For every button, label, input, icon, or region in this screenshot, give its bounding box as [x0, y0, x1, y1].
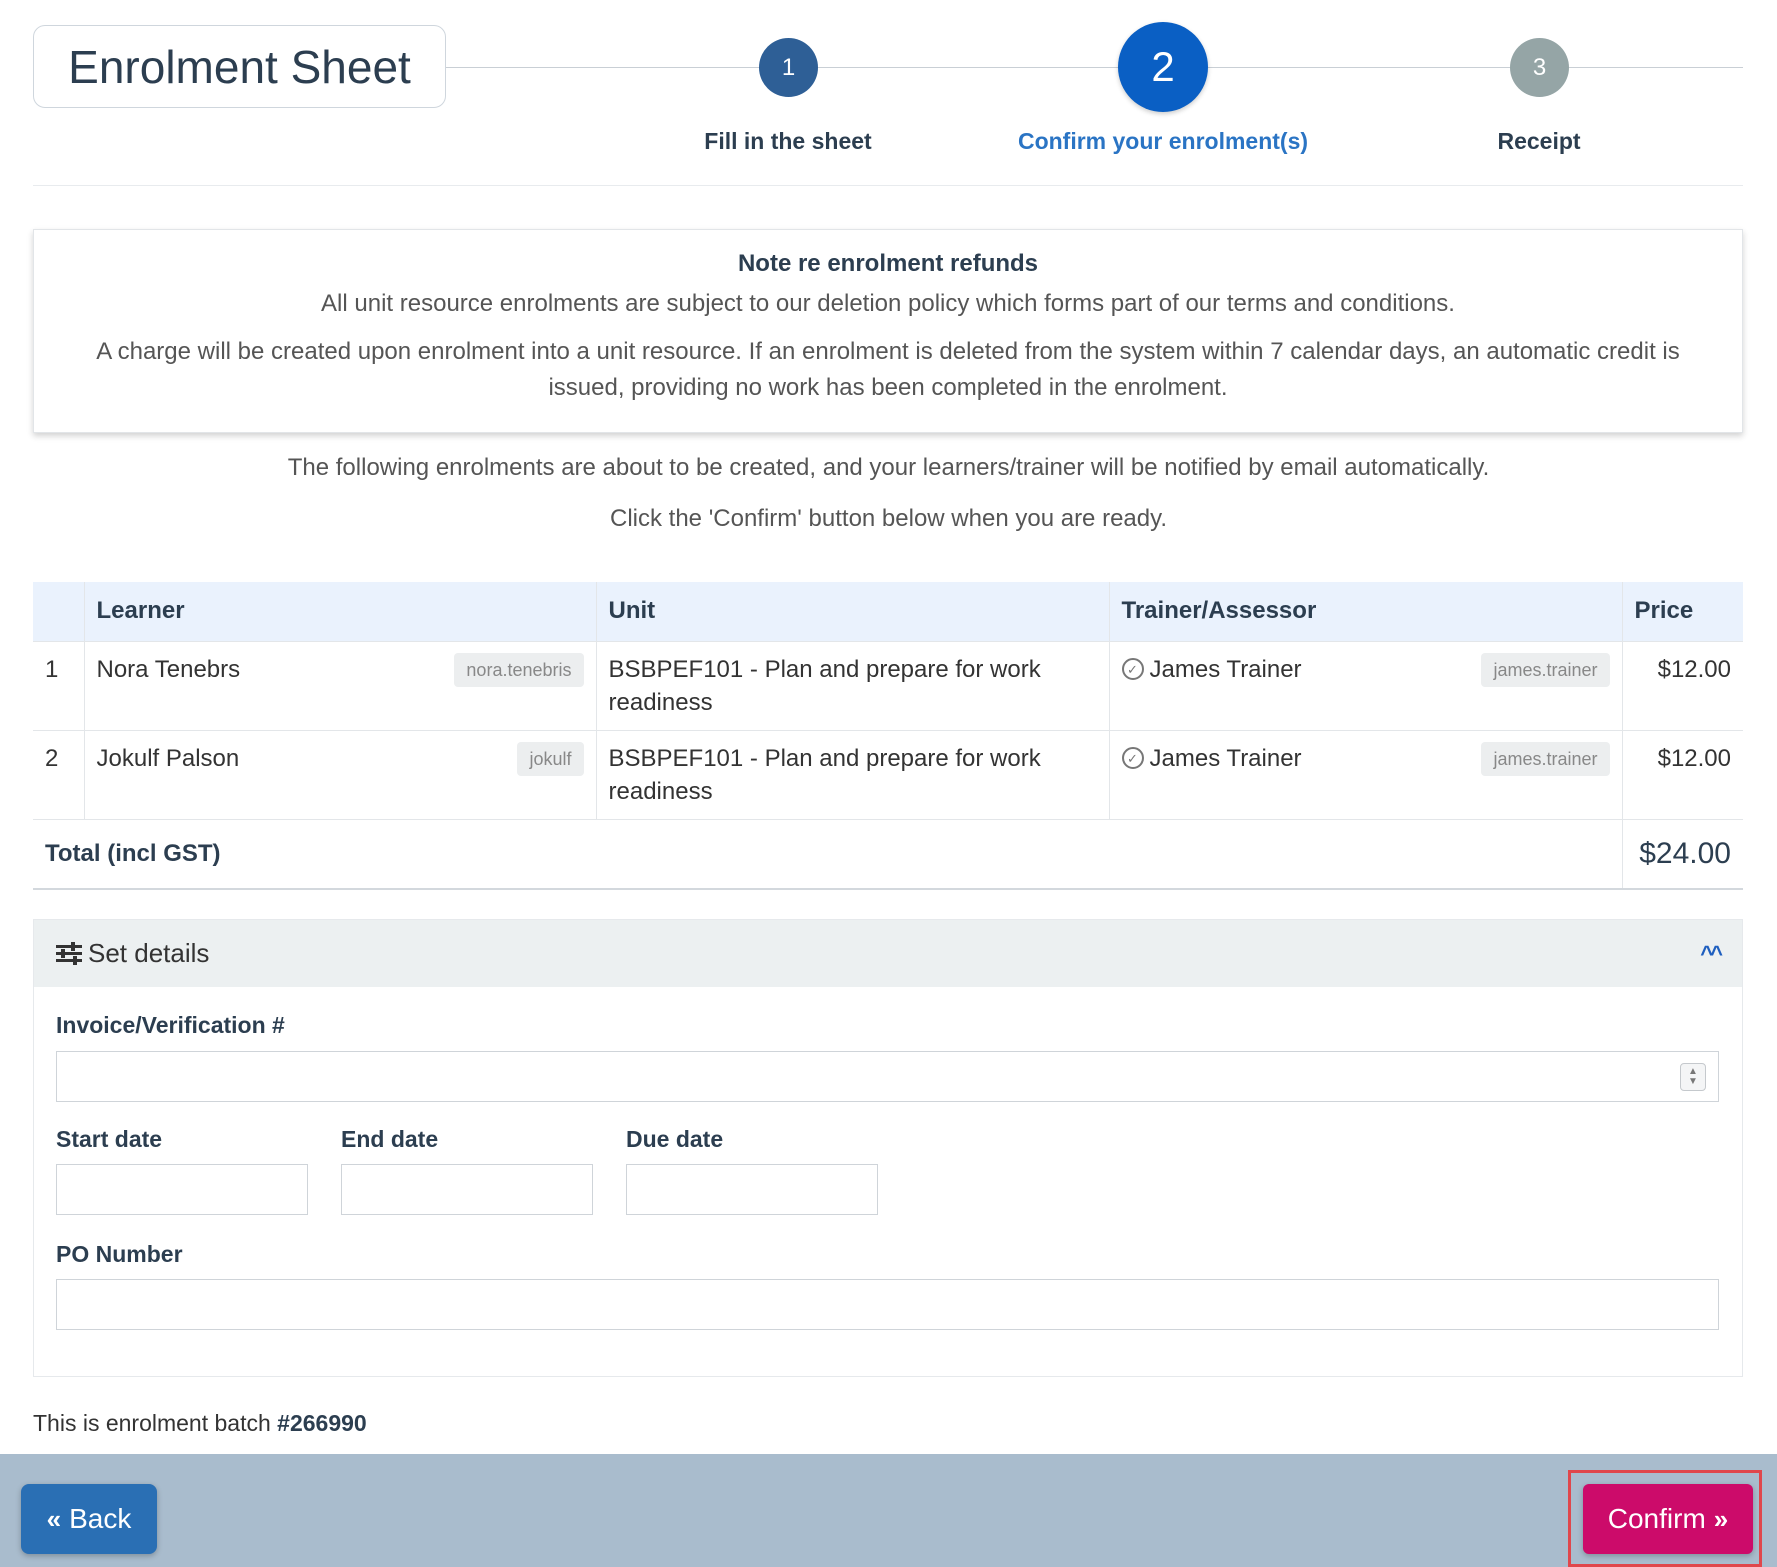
unit-cell: BSBPEF101 - Plan and prepare for work re…	[595, 729, 1109, 819]
col-header-price: Price	[1621, 582, 1743, 641]
col-header-num	[33, 582, 84, 641]
footer-bar: « Back Confirm »	[0, 1454, 1777, 1567]
po-number-field[interactable]	[56, 1279, 1719, 1330]
total-row: Total (incl GST) $24.00	[33, 818, 1743, 890]
double-chevron-right-icon: »	[1713, 1503, 1729, 1534]
set-details-header[interactable]: Set details ^^	[34, 920, 1742, 987]
double-chevron-left-icon: «	[46, 1503, 62, 1534]
price-cell: $12.00	[1621, 640, 1743, 730]
col-header-learner: Learner	[83, 582, 596, 641]
col-header-trainer: Trainer/Assessor	[1108, 582, 1622, 641]
learner-name: Jokulf Palson	[96, 744, 240, 772]
step-1-number: 1	[781, 53, 796, 81]
batch-prefix: This is enrolment batch	[33, 1410, 271, 1436]
intro-line1: The following enrolments are about to be…	[287, 454, 1490, 481]
page-title: Enrolment Sheet	[68, 40, 411, 93]
intro-line2: Click the 'Confirm' button below when yo…	[610, 505, 1167, 532]
batch-info: This is enrolment batch #266990	[33, 1410, 367, 1437]
refund-note-heading: Note re enrolment refunds	[737, 250, 1039, 277]
table-header-row: Learner Unit Trainer/Assessor Price	[33, 582, 1743, 641]
set-details-panel: Set details ^^ Invoice/Verification # ▲ ▼…	[33, 919, 1743, 1377]
batch-number: #266990	[277, 1410, 367, 1436]
refund-note-line2: A charge will be created upon enrolment …	[96, 338, 1680, 401]
trainer-cell: ✓ James Trainer james.trainer	[1108, 640, 1622, 730]
set-details-title: Set details	[88, 938, 210, 968]
enrolment-table: Learner Unit Trainer/Assessor Price 1 No…	[33, 582, 1743, 890]
confirm-button-label: Confirm	[1607, 1503, 1706, 1534]
refund-note: Note re enrolment refunds All unit resou…	[33, 229, 1743, 433]
header-divider	[33, 185, 1743, 186]
end-date-label: End date	[341, 1126, 439, 1152]
total-label: Total (incl GST)	[33, 818, 1622, 890]
step-1-circle: 1	[759, 38, 818, 97]
number-spinner-icon[interactable]: ▲ ▼	[1680, 1063, 1706, 1091]
check-circle-icon: ✓	[1121, 747, 1144, 769]
step-3-circle: 3	[1510, 38, 1569, 97]
sliders-icon	[56, 941, 82, 965]
due-date-label: Due date	[626, 1126, 724, 1152]
row-number: 2	[33, 729, 84, 819]
step-2-circle: 2	[1118, 22, 1208, 112]
chevron-up-icon[interactable]: ^^	[1700, 941, 1723, 967]
back-button[interactable]: « Back	[21, 1484, 157, 1554]
learner-cell: Nora Tenebrs nora.tenebris	[83, 640, 596, 730]
learner-username-badge: nora.tenebris	[454, 652, 584, 687]
trainer-username-badge: james.trainer	[1481, 741, 1610, 776]
step-3-label: Receipt	[1497, 128, 1581, 154]
row-number: 1	[33, 640, 84, 730]
table-row: 1 Nora Tenebrs nora.tenebris BSBPEF101 -…	[33, 640, 1743, 730]
table-row: 2 Jokulf Palson jokulf BSBPEF101 - Plan …	[33, 729, 1743, 819]
step-2-label: Confirm your enrolment(s)	[1017, 128, 1309, 154]
learner-name: Nora Tenebrs	[96, 655, 241, 683]
invoice-field[interactable]: ▲ ▼	[56, 1051, 1719, 1102]
refund-note-line1: All unit resource enrolments are subject…	[321, 290, 1455, 317]
trainer-name: James Trainer	[1149, 655, 1302, 683]
check-circle-icon: ✓	[1121, 658, 1144, 680]
learner-username-badge: jokulf	[517, 741, 584, 776]
step-2-number: 2	[1151, 43, 1175, 90]
end-date-field[interactable]	[341, 1164, 593, 1215]
learner-cell: Jokulf Palson jokulf	[83, 729, 596, 819]
price-cell: $12.00	[1621, 729, 1743, 819]
page-title-box: Enrolment Sheet	[33, 25, 446, 108]
trainer-username-badge: james.trainer	[1481, 652, 1610, 687]
unit-cell: BSBPEF101 - Plan and prepare for work re…	[595, 640, 1109, 730]
confirm-button[interactable]: Confirm »	[1583, 1484, 1753, 1554]
po-number-label: PO Number	[56, 1241, 183, 1267]
invoice-label: Invoice/Verification #	[56, 1012, 285, 1038]
total-value: $24.00	[1621, 818, 1743, 890]
col-header-unit: Unit	[595, 582, 1109, 641]
step-1-label: Fill in the sheet	[704, 128, 872, 154]
start-date-label: Start date	[56, 1126, 163, 1152]
step-3-number: 3	[1532, 53, 1547, 81]
due-date-field[interactable]	[626, 1164, 878, 1215]
trainer-name: James Trainer	[1149, 744, 1302, 772]
back-button-label: Back	[69, 1503, 132, 1534]
trainer-cell: ✓ James Trainer james.trainer	[1108, 729, 1622, 819]
start-date-field[interactable]	[56, 1164, 308, 1215]
